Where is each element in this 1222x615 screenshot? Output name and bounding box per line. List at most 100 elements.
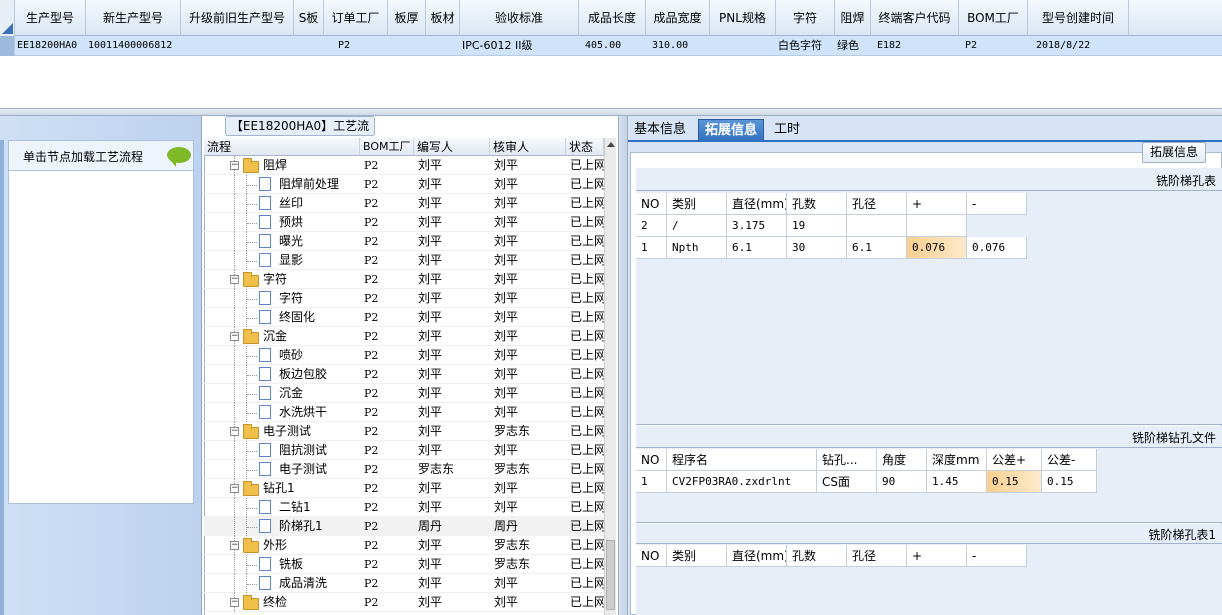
cell[interactable]: E182 [871, 36, 959, 56]
tree-row[interactable]: 铣板 P2 刘平 罗志东 已上网 [204, 555, 604, 574]
tree-row[interactable]: 电子测试 P2 罗志东 罗志东 已上网 [204, 460, 604, 479]
cell[interactable] [426, 36, 460, 56]
tree-row[interactable]: 阻焊前处理 P2 刘平 刘平 已上网 [204, 175, 604, 194]
tree-node-cell[interactable]: 二钻1 [204, 498, 360, 517]
cell[interactable]: 0.15 [987, 471, 1042, 493]
scroll-thumb[interactable] [606, 540, 615, 610]
cell[interactable]: 1 [636, 237, 667, 259]
tree-row[interactable]: 沉金 P2 刘平 刘平 已上网 [204, 384, 604, 403]
tree-node-cell[interactable]: 铣板 [204, 555, 360, 574]
cell[interactable]: CV2FP03RA0.zxdrlnt [667, 471, 817, 493]
tree-row[interactable]: 阻抗测试 P2 刘平 刘平 已上网 [204, 441, 604, 460]
collapse-icon[interactable]: − [230, 275, 239, 284]
cell[interactable]: 3.175 [727, 215, 787, 237]
cell[interactable]: 90 [877, 471, 927, 493]
cell[interactable]: 405.00 [579, 36, 646, 56]
col-header[interactable]: NO [636, 193, 667, 215]
col-header[interactable]: PNL规格 [710, 0, 776, 36]
col-header[interactable]: BOM工厂 [959, 0, 1028, 36]
collapse-icon[interactable]: − [230, 161, 239, 170]
col-header[interactable]: - [967, 545, 1027, 567]
col-header[interactable]: 核审人 [490, 138, 566, 156]
tree-row[interactable]: − 字符 P2 刘平 刘平 已上网 [204, 270, 604, 289]
tab-extended-info[interactable]: 拓展信息 [698, 119, 765, 142]
tree-node-cell[interactable]: − 电子测试 [204, 422, 360, 441]
cell[interactable] [181, 36, 294, 56]
tree-node-cell[interactable]: 阻焊前处理 [204, 175, 360, 194]
col-header[interactable]: 成品宽度 [646, 0, 710, 36]
col-header[interactable]: 直径(mm) [727, 545, 787, 567]
tree-row[interactable]: 终固化 P2 刘平 刘平 已上网 [204, 308, 604, 327]
table-row[interactable]: 1 Npth 6.1 30 6.1 0.076 0.076 [636, 237, 1027, 259]
tree-node-cell[interactable]: 预烘 [204, 213, 360, 232]
tree-node-cell[interactable]: 阶梯孔1 [204, 517, 360, 536]
col-header[interactable]: 字符 [776, 0, 835, 36]
col-header[interactable]: 升级前旧生产型号 [181, 0, 294, 36]
tree-row[interactable]: 预烘 P2 刘平 刘平 已上网 [204, 213, 604, 232]
col-header[interactable]: - [967, 193, 1027, 215]
col-header[interactable]: S板 [294, 0, 324, 36]
col-header[interactable]: 板厚 [388, 0, 426, 36]
tree-node-cell[interactable]: − 钻孔1 [204, 479, 360, 498]
col-header[interactable]: 钻孔... [817, 449, 877, 471]
cell[interactable]: Npth [667, 237, 727, 259]
collapse-icon[interactable]: − [230, 332, 239, 341]
tree-row[interactable]: 曝光 P2 刘平 刘平 已上网 [204, 232, 604, 251]
col-header[interactable]: 孔径 [847, 193, 907, 215]
tree-row[interactable]: − 外形 P2 刘平 罗志东 已上网 [204, 536, 604, 555]
collapse-icon[interactable]: − [230, 484, 239, 493]
col-header[interactable]: 深度mm [927, 449, 987, 471]
col-header[interactable]: 终端客户代码 [871, 0, 959, 36]
col-header[interactable]: 状态 [566, 138, 604, 156]
cell[interactable]: 2018/8/22 [1028, 36, 1129, 56]
cell[interactable]: IPC-6012 II级 [460, 36, 579, 56]
collapse-icon[interactable]: − [230, 598, 239, 607]
tree-node-cell[interactable]: − 沉金 [204, 327, 360, 346]
cell[interactable]: 白色字符 [776, 36, 835, 56]
tree-row[interactable]: 字符 P2 刘平 刘平 已上网 [204, 289, 604, 308]
col-header[interactable]: 程序名 [667, 449, 817, 471]
col-header[interactable]: 流程 [204, 138, 360, 156]
grid-corner[interactable] [0, 0, 15, 36]
tree-row[interactable]: 阶梯孔1 P2 周丹 周丹 已上网 [204, 517, 604, 536]
tree-row[interactable]: − 终检 P2 刘平 刘平 已上网 [204, 593, 604, 612]
col-header[interactable]: 角度 [877, 449, 927, 471]
tree-node-cell[interactable]: − 外形 [204, 536, 360, 555]
tree-row[interactable]: 二钻1 P2 刘平 刘平 已上网 [204, 498, 604, 517]
tree-row[interactable]: 水洗烘干 P2 刘平 刘平 已上网 [204, 403, 604, 422]
tree-node-cell[interactable]: − 字符 [204, 270, 360, 289]
col-header[interactable]: 类别 [667, 193, 727, 215]
tree-node-cell[interactable]: 电子测试 [204, 460, 360, 479]
col-header[interactable]: 新生产型号 [86, 0, 181, 36]
tree-row[interactable]: − 沉金 P2 刘平 刘平 已上网 [204, 327, 604, 346]
extended-info-button[interactable]: 拓展信息 [1142, 142, 1206, 163]
col-header[interactable]: NO [636, 449, 667, 471]
tree-row[interactable]: 显影 P2 刘平 刘平 已上网 [204, 251, 604, 270]
model-grid-row[interactable]: EE18200HA0 10011400006812 P2 IPC-6012 II… [0, 36, 1222, 56]
horizontal-splitter[interactable] [0, 108, 1222, 116]
col-header[interactable]: + [907, 193, 967, 215]
cell[interactable]: P2 [324, 36, 388, 56]
col-header[interactable]: 生产型号 [15, 0, 86, 36]
tree-node-cell[interactable]: 成品清洗 [204, 574, 360, 593]
col-header[interactable]: 编写人 [414, 138, 490, 156]
cell[interactable]: EE18200HA0 [15, 36, 86, 56]
cell[interactable] [388, 36, 426, 56]
cell[interactable]: 0.076 [907, 237, 967, 259]
col-header[interactable]: 订单工厂 [324, 0, 388, 36]
col-header[interactable]: 型号创建时间 [1028, 0, 1129, 36]
tree-row[interactable]: − 钻孔1 P2 刘平 刘平 已上网 [204, 479, 604, 498]
cell[interactable]: 0.15 [1042, 471, 1097, 493]
tree-row[interactable]: 成品清洗 P2 刘平 刘平 已上网 [204, 574, 604, 593]
cell[interactable] [294, 36, 324, 56]
cell[interactable] [710, 36, 776, 56]
tree-node-cell[interactable]: 阻抗测试 [204, 441, 360, 460]
collapse-icon[interactable]: − [230, 427, 239, 436]
cell[interactable] [967, 215, 1027, 237]
collapse-icon[interactable]: − [230, 541, 239, 550]
tree-row[interactable]: − 阻焊 P2 刘平 刘平 已上网 [204, 156, 604, 175]
cell[interactable]: P2 [959, 36, 1028, 56]
table-row[interactable]: 1 CV2FP03RA0.zxdrlnt CS面 90 1.45 0.15 0.… [636, 471, 1097, 493]
tree-node-cell[interactable]: 显影 [204, 251, 360, 270]
col-header[interactable]: NO [636, 545, 667, 567]
